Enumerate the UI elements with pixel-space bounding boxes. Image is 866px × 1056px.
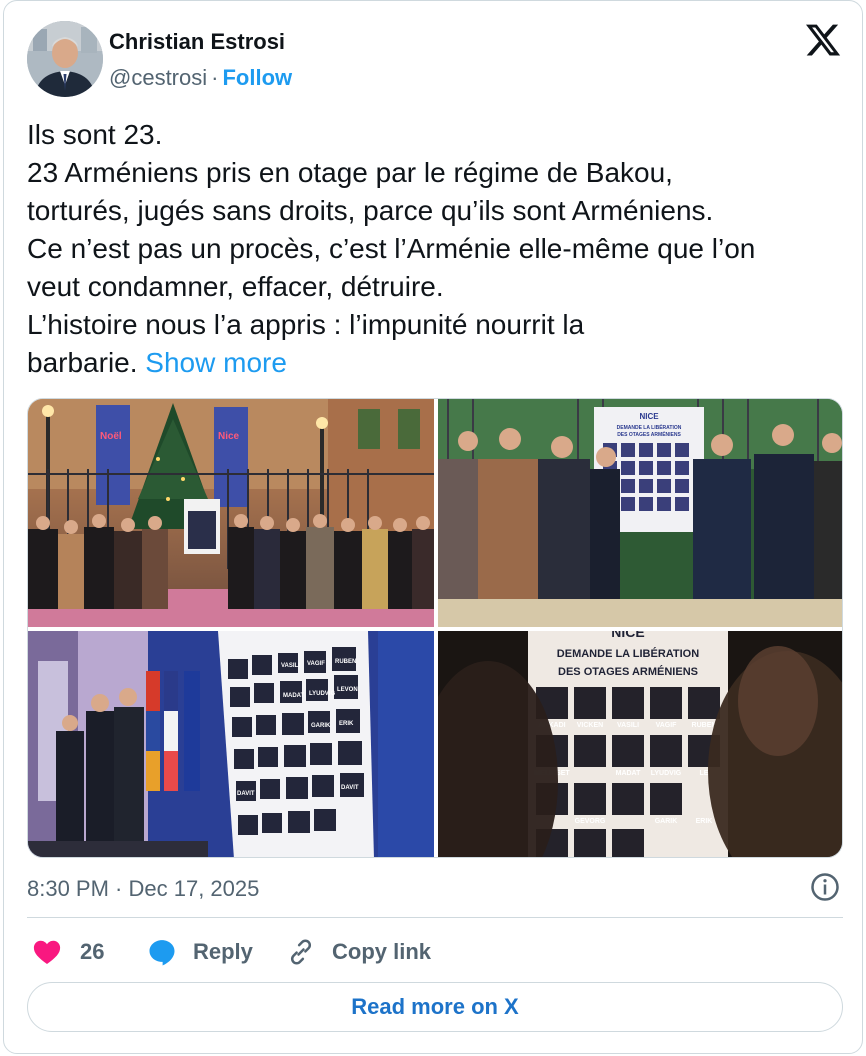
poster-name: GEVORG	[575, 818, 606, 825]
read-more-button[interactable]: Read more on X	[27, 982, 843, 1032]
photo-officials-poster[interactable]: NICE DEMANDE LA LIBÉRATION DES OTAGES AR…	[438, 399, 842, 627]
media-grid: Noël Nice NICE DEMANDE LA LIBÉRATION DES…	[27, 398, 843, 858]
like-count: 26	[80, 939, 105, 964]
tweet-card: Christian Estrosi @cestrosi · Follow Ils s…	[3, 0, 863, 1054]
meta-separator: ·	[211, 65, 219, 90]
poster-subtitle: DEMANDE LA LIBÉRATION	[557, 647, 699, 660]
poster-name: LE	[700, 770, 709, 777]
poster-title: NICE	[611, 631, 644, 640]
poster-name: RUBEN	[335, 659, 356, 665]
tweet-line: 23 Arméniens pris en otage par le régime…	[27, 157, 673, 188]
tweet-line: Ce n’est pas un procès, c’est l’Arménie …	[27, 233, 756, 264]
author-meta: @cestrosi · Follow	[109, 65, 292, 91]
poster-name: DAVIT	[341, 785, 359, 791]
show-more-link[interactable]: Show more	[145, 347, 287, 378]
poster-subtitle: DEMANDE LA LIBÉRATION	[617, 423, 682, 431]
poster-name: LEVON	[337, 687, 358, 693]
poster-name: RUBEN	[692, 722, 717, 729]
tweet-text: Ils sont 23. 23 Arméniens pris en otage …	[27, 116, 847, 382]
poster-title: NICE	[639, 412, 659, 421]
tweet-timestamp[interactable]: 8:30 PM · Dec 17, 2025	[27, 876, 259, 902]
link-icon	[290, 939, 312, 965]
like-button[interactable]: 26	[32, 935, 104, 969]
tweet-line: torturés, jugés sans droits, parce qu’il…	[27, 195, 714, 226]
poster-name: ERIK	[339, 721, 354, 727]
poster-name: GARIK	[311, 723, 331, 729]
poster-name: MADAT	[616, 770, 641, 777]
photo-flags-poster[interactable]: VAGIF RUBEN VASILI LYUDVIG LEVON MADAT G…	[28, 631, 434, 857]
author-avatar[interactable]	[27, 21, 103, 97]
photo-poster-closeup[interactable]: NICE DEMANDE LA LIBÉRATION DES OTAGES AR…	[438, 631, 842, 857]
copy-link-label: Copy link	[332, 939, 432, 964]
reply-label: Reply	[193, 939, 253, 964]
poster-name: VICKEN	[577, 722, 603, 729]
poster-name: VASILI	[617, 722, 639, 729]
poster-name: ERIK	[696, 818, 713, 825]
poster-name: MADAT	[283, 693, 305, 699]
photo-gathering-gate[interactable]: Noël Nice	[28, 399, 434, 627]
tweet-line-last: barbarie. Show more	[27, 344, 847, 382]
copy-link-button[interactable]: Copy link	[286, 935, 431, 969]
heart-icon	[33, 940, 61, 964]
author-name[interactable]: Christian Estrosi	[109, 29, 285, 55]
poster-name: VAGIF	[307, 661, 325, 667]
x-logo-icon[interactable]	[804, 21, 842, 59]
info-icon[interactable]	[810, 872, 840, 902]
banner-text: Noël	[100, 431, 122, 442]
reply-button[interactable]: Reply	[147, 935, 253, 969]
tweet-line: L’histoire nous l’a appris : l’impunité …	[27, 309, 585, 340]
tweet-line: veut condamner, effacer, détruire.	[27, 271, 444, 302]
follow-button[interactable]: Follow	[222, 65, 292, 90]
tweet-line: barbarie.	[27, 347, 138, 378]
tweet-line: Ils sont 23.	[27, 119, 163, 150]
poster-name: VASILI	[281, 663, 300, 669]
poster-name: LYUDVIG	[651, 770, 682, 777]
author-handle[interactable]: @cestrosi	[109, 65, 207, 90]
poster-subtitle: DES OTAGES ARMÉNIENS	[617, 430, 681, 438]
divider	[27, 917, 843, 918]
poster-name: LYUDVIG	[309, 691, 335, 697]
banner-text: Nice	[218, 431, 240, 442]
reply-bubble-icon	[149, 940, 175, 966]
poster-name: DAVIT	[237, 791, 255, 797]
poster-name: GARIK	[655, 818, 678, 825]
poster-name: VAGIF	[656, 722, 678, 729]
poster-subtitle: DES OTAGES ARMÉNIENS	[558, 665, 698, 678]
